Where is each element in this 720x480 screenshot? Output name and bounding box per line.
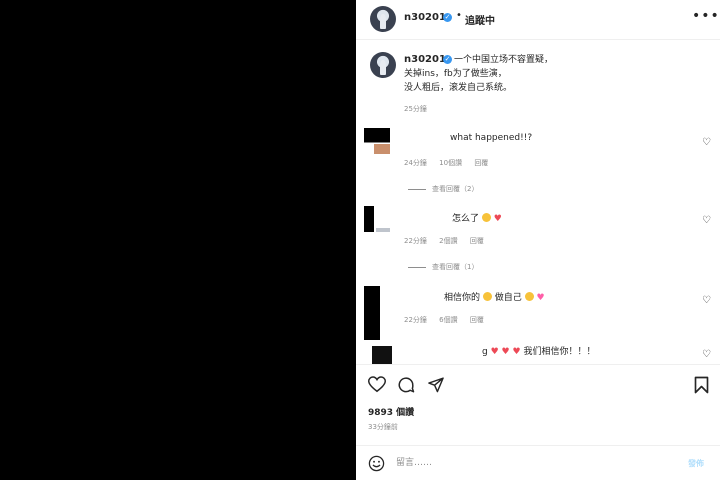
- comment-meta: 22分鐘 6個讚 回覆: [404, 315, 494, 325]
- comment-like-icon[interactable]: ♡: [702, 137, 711, 148]
- caption-line-2: 关掉ins，fb为了做些演，: [404, 69, 507, 79]
- comment-text: 相信你的 做自己 ♥: [444, 290, 545, 303]
- comment-text: what happened!!?: [450, 133, 533, 143]
- comment-icon[interactable]: [397, 376, 415, 394]
- comment-text-body: 相信你的: [444, 293, 481, 303]
- caption-avatar[interactable]: [370, 52, 396, 78]
- emoji-icon[interactable]: [368, 455, 385, 472]
- caption-line-3: 没人粗后，滚发自己系统。: [404, 83, 513, 93]
- comment-likes[interactable]: 6個讚: [439, 316, 457, 324]
- comment-reply-button[interactable]: 回覆: [470, 237, 484, 245]
- red-heart-icon: ♥: [490, 347, 499, 357]
- like-count[interactable]: 9893 個讚: [368, 405, 414, 418]
- heart-icon[interactable]: [368, 376, 386, 393]
- comment-text-start: g: [482, 347, 488, 357]
- comment-like-icon[interactable]: ♡: [702, 349, 711, 360]
- view-replies-button[interactable]: 查看回覆（1）: [408, 262, 478, 272]
- bookmark-icon[interactable]: [694, 376, 709, 394]
- post-header: n30201 ✓ • 追蹤中 •••: [356, 0, 720, 40]
- comment-input[interactable]: [396, 455, 656, 471]
- comment-meta: 24分鐘 10個讚 回覆: [404, 158, 498, 168]
- caption-username[interactable]: n30201: [404, 54, 446, 65]
- post-timestamp: 33分鐘前: [368, 423, 398, 431]
- crying-emoji-icon: [524, 292, 534, 301]
- verified-badge-icon: ✓: [443, 13, 452, 22]
- caption-line-1: 一个中国立场不容置疑，: [454, 55, 554, 65]
- separator-dot: •: [456, 10, 462, 21]
- comment-composer: 發佈: [356, 445, 720, 480]
- comment-reply-button[interactable]: 回覆: [474, 159, 488, 167]
- more-options-icon[interactable]: •••: [692, 8, 720, 24]
- crying-emoji-icon: [482, 292, 492, 301]
- replies-line: [408, 266, 426, 268]
- sad-emoji-icon: [481, 213, 491, 222]
- red-heart-icon: ♥: [493, 214, 502, 224]
- view-replies-label: 查看回覆（2）: [432, 185, 479, 193]
- replies-line: [408, 188, 426, 190]
- red-heart-icon: ♥: [501, 347, 510, 357]
- post-comment-button[interactable]: 發佈: [688, 458, 704, 469]
- view-replies-label: 查看回覆（1）: [432, 263, 479, 271]
- comment-time: 24分鐘: [404, 159, 427, 167]
- comment-text-end: 我们相信你！！！: [523, 347, 596, 357]
- comment-likes[interactable]: 2個讚: [439, 237, 457, 245]
- author-username[interactable]: n30201: [404, 12, 446, 23]
- comment-reply-button[interactable]: 回覆: [470, 316, 484, 324]
- comment-time: 22分鐘: [404, 316, 427, 324]
- post-sidebar: n30201 ✓ • 追蹤中 ••• n30201 ✓ 一个中国立场不容置疑， …: [356, 0, 720, 480]
- pink-heart-icon: ♥: [536, 293, 545, 303]
- comment-text-body-2: 做自己: [494, 293, 522, 303]
- comment-text: 怎么了 ♥: [452, 211, 502, 224]
- instagram-post-window: n30201 ✓ • 追蹤中 ••• n30201 ✓ 一个中国立场不容置疑， …: [0, 0, 720, 480]
- comment-text: g ♥ ♥ ♥ 我们相信你！！！: [482, 344, 595, 357]
- comment-avatar[interactable]: [364, 128, 390, 154]
- red-heart-icon: ♥: [512, 347, 521, 357]
- comment-meta: 22分鐘 2個讚 回覆: [404, 236, 494, 246]
- following-button[interactable]: 追蹤中: [465, 12, 495, 27]
- comment-avatar[interactable]: [364, 206, 390, 232]
- post-actions-bar: [356, 364, 720, 404]
- share-icon[interactable]: [427, 376, 445, 393]
- post-media[interactable]: [0, 0, 356, 480]
- comment-text-body: 怎么了: [452, 214, 480, 224]
- comment-like-icon[interactable]: ♡: [702, 295, 711, 306]
- comment-avatar[interactable]: [364, 340, 400, 364]
- caption-timestamp: 25分鐘: [404, 105, 427, 113]
- comment-avatar[interactable]: [364, 286, 380, 346]
- author-avatar[interactable]: [370, 6, 396, 32]
- comment-time: 22分鐘: [404, 237, 427, 245]
- comment-likes[interactable]: 10個讚: [439, 159, 462, 167]
- caption-verified-icon: ✓: [443, 55, 452, 64]
- view-replies-button[interactable]: 查看回覆（2）: [408, 184, 478, 194]
- comment-like-icon[interactable]: ♡: [702, 215, 711, 226]
